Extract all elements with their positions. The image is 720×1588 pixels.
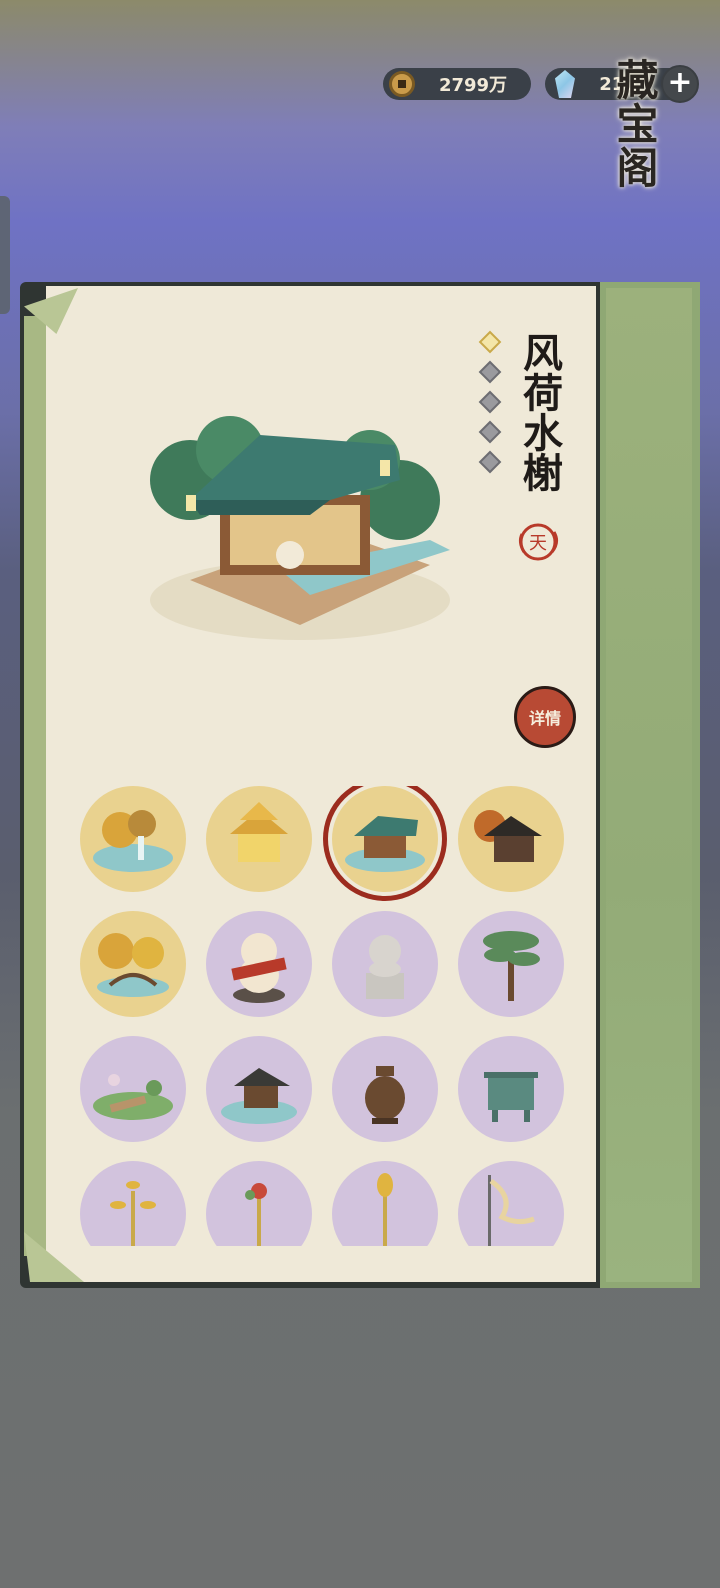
bronze-ding-icon — [484, 1072, 538, 1122]
item-slot-flower-lantern-post[interactable] — [206, 1161, 312, 1246]
star-icon — [478, 390, 502, 414]
ginkgo-bridge-icon — [97, 933, 169, 997]
coin-counter: 2799万 — [383, 68, 531, 100]
copper-coin-icon — [389, 71, 415, 97]
star-icon — [478, 330, 502, 354]
add-gems-button[interactable]: + — [661, 65, 699, 103]
item-slot-gold-finial-pole[interactable] — [332, 1161, 438, 1246]
golden-pavilion-icon — [230, 802, 288, 862]
item-slot-lotus-water-pavilion[interactable] — [332, 786, 438, 892]
item-slot-pine-tree[interactable] — [458, 911, 564, 1017]
building-name: 风荷水榭 — [516, 332, 563, 492]
coin-amount: 2799万 — [438, 75, 508, 96]
incense-burner-icon — [365, 1066, 405, 1124]
star-icon — [478, 450, 502, 474]
autumn-house-icon — [474, 810, 542, 862]
pine-tree-icon — [483, 931, 540, 1001]
building-preview-image — [150, 400, 450, 640]
cat-statue-banner-icon — [231, 933, 287, 1003]
item-slot-stone-lion[interactable] — [332, 911, 438, 1017]
gold-lamp-tree-icon — [110, 1181, 156, 1246]
item-slot-ribbon-flag-pole[interactable] — [458, 1161, 564, 1246]
item-slot-gold-lamp-tree[interactable] — [80, 1161, 186, 1246]
item-slot-lotus-pond-path[interactable] — [80, 1036, 186, 1142]
stone-lion-icon — [366, 935, 404, 999]
lotus-pond-path-icon — [93, 1074, 173, 1120]
item-slot-incense-burner[interactable] — [332, 1036, 438, 1142]
item-slot-ginkgo-bridge[interactable] — [80, 911, 186, 1017]
star-icon — [478, 420, 502, 444]
item-slot-cat-statue-banner[interactable] — [206, 911, 312, 1017]
ribbon-flag-pole-icon — [488, 1175, 535, 1246]
star-icon — [478, 360, 502, 384]
details-button[interactable]: 详情 — [514, 686, 576, 748]
side-drawer-tab[interactable] — [0, 196, 10, 314]
panel-title: 藏宝阁 — [610, 58, 659, 190]
crystal-gem-icon — [555, 70, 575, 98]
item-slot-pond-pavilion[interactable] — [206, 1036, 312, 1142]
star-rating — [478, 330, 502, 484]
item-slot-golden-garden-waterfall[interactable] — [80, 786, 186, 892]
gold-finial-pole-icon — [377, 1173, 393, 1246]
lotus-water-pavilion-icon — [345, 816, 425, 872]
golden-garden-waterfall-icon — [93, 810, 173, 872]
grade-seal-icon: 天 — [516, 520, 560, 564]
item-slot-golden-pavilion[interactable] — [206, 786, 312, 892]
pond-pavilion-icon — [221, 1068, 297, 1124]
flower-lantern-post-icon — [245, 1183, 267, 1246]
svg-text:天: 天 — [529, 533, 547, 554]
item-slot-bronze-ding[interactable] — [458, 1036, 564, 1142]
item-grid — [80, 786, 566, 1246]
item-slot-autumn-house[interactable] — [458, 786, 564, 892]
